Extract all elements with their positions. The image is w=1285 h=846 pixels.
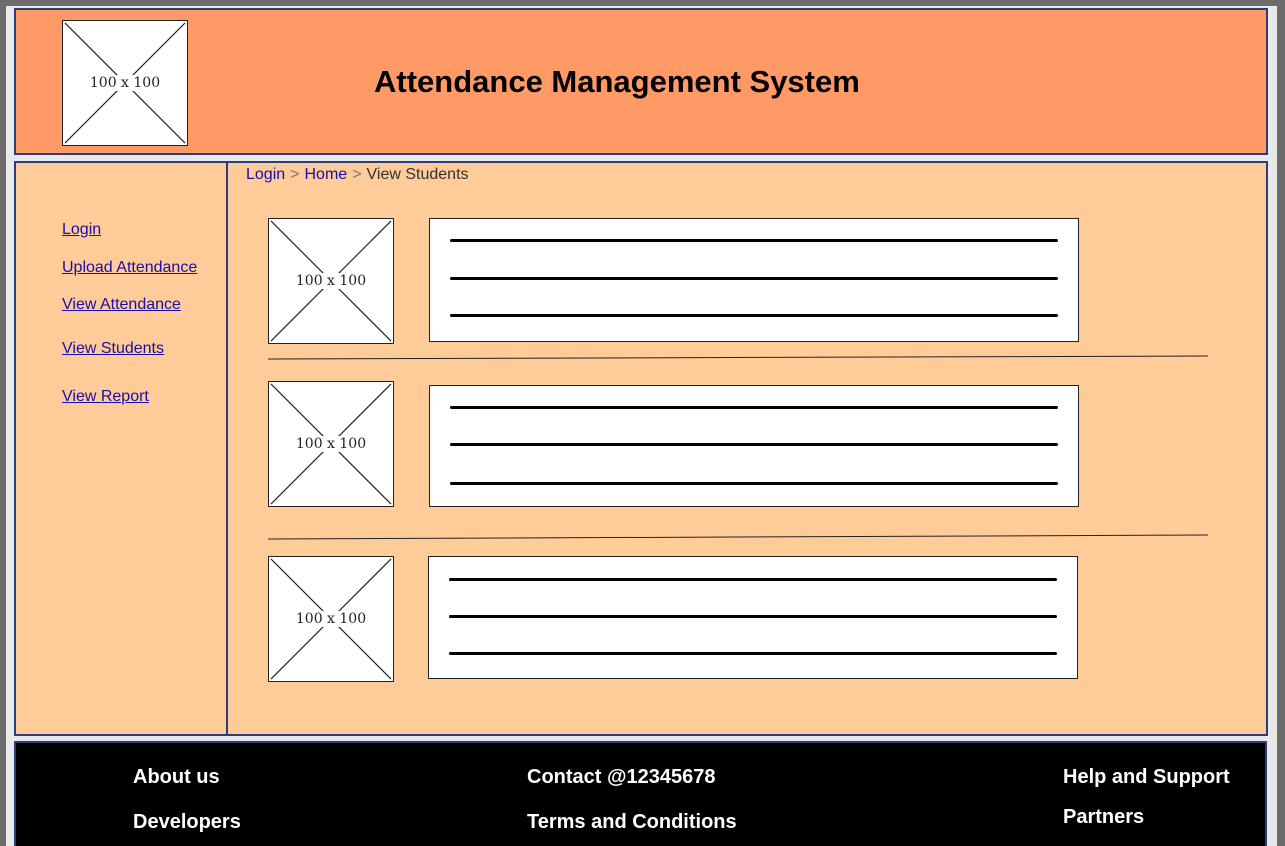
sidebar-item-view-students[interactable]: View Students (62, 340, 164, 358)
footer-terms-link[interactable]: Terms and Conditions (527, 811, 737, 834)
text-line (449, 652, 1057, 655)
text-line (449, 578, 1057, 581)
text-line (449, 615, 1057, 618)
text-line (450, 406, 1058, 409)
breadcrumb-login[interactable]: Login (246, 166, 285, 183)
footer-partners-link[interactable]: Partners (1063, 806, 1144, 829)
footer-help-link[interactable]: Help and Support (1063, 766, 1230, 789)
student-details-card[interactable] (429, 218, 1079, 342)
student-details-card[interactable] (429, 385, 1079, 507)
text-line (450, 239, 1058, 242)
footer-about-link[interactable]: About us (133, 766, 220, 789)
student-image-placeholder: 100 x 100 (268, 218, 394, 344)
sidebar: Login Upload Attendance View Attendance … (14, 161, 229, 736)
logo-image-placeholder: 100 x 100 (62, 20, 188, 146)
breadcrumb-home[interactable]: Home (305, 166, 348, 183)
footer-developers-link[interactable]: Developers (133, 811, 241, 834)
main-content: Login > Home > View Students 100 x 100 100 x… (226, 161, 1268, 736)
placeholder-label: 100 x 100 (88, 75, 162, 91)
student-image-placeholder: 100 x 100 (268, 556, 394, 682)
breadcrumb-separator: > (290, 166, 300, 183)
sidebar-item-view-attendance[interactable]: View Attendance (62, 296, 181, 314)
sidebar-item-login[interactable]: Login (62, 221, 101, 239)
student-image-placeholder: 100 x 100 (268, 381, 394, 507)
row-divider (268, 534, 1208, 540)
text-line (450, 314, 1058, 317)
placeholder-label: 100 x 100 (294, 436, 368, 452)
placeholder-label: 100 x 100 (294, 611, 368, 627)
sidebar-item-upload-attendance[interactable]: Upload Attendance (62, 259, 197, 277)
placeholder-label: 100 x 100 (294, 273, 368, 289)
row-divider (268, 355, 1208, 360)
breadcrumb: Login > Home > View Students (246, 166, 469, 184)
page-title: Attendance Management System (374, 64, 860, 99)
footer-contact-link[interactable]: Contact @12345678 (527, 766, 716, 789)
text-line (450, 443, 1058, 446)
sidebar-item-view-report[interactable]: View Report (62, 388, 149, 406)
student-details-card[interactable] (428, 556, 1078, 679)
footer: About us Developers Contact @12345678 Te… (14, 741, 1267, 846)
text-line (450, 277, 1058, 280)
header: 100 x 100 Attendance Management System (14, 8, 1268, 155)
breadcrumb-current: View Students (366, 166, 469, 183)
text-line (450, 482, 1058, 485)
breadcrumb-separator: > (352, 166, 362, 183)
